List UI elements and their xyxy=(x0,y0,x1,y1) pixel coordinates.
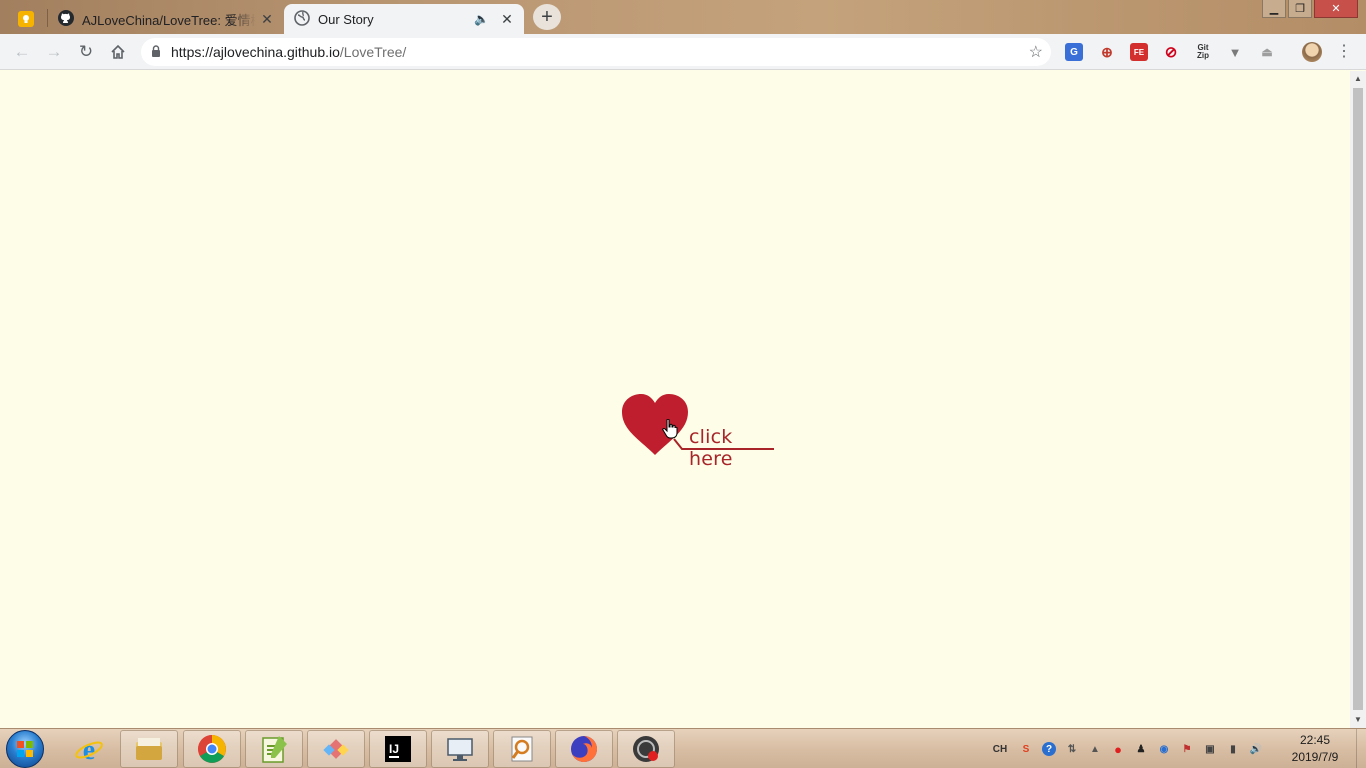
chrome-icon[interactable] xyxy=(183,730,241,768)
usb-icon[interactable]: ▣ xyxy=(1203,742,1217,756)
sogou-icon[interactable]: S xyxy=(1019,742,1033,756)
tab-close-icon[interactable]: ✕ xyxy=(256,11,278,28)
clock-time: 22:45 xyxy=(1299,733,1331,747)
signal-icon[interactable]: ▮ xyxy=(1226,742,1240,756)
ime-indicator[interactable]: CH xyxy=(990,742,1010,756)
svg-text:IJ: IJ xyxy=(389,742,399,756)
page-viewport: click here xyxy=(0,71,1350,728)
screen-recorder-icon[interactable] xyxy=(617,730,675,768)
search-tool-icon[interactable] xyxy=(493,730,551,768)
reload-icon[interactable]: ↻ xyxy=(72,38,100,66)
extension-fe-icon[interactable]: FE xyxy=(1130,43,1148,61)
home-icon[interactable] xyxy=(104,38,132,66)
record-icon[interactable]: ● xyxy=(1111,742,1125,757)
forward-arrow-icon[interactable]: → xyxy=(40,38,68,66)
volume-icon[interactable]: 🔊 xyxy=(1249,742,1263,756)
globe-icon xyxy=(294,9,310,29)
menu-dots-icon[interactable]: ⋮ xyxy=(1336,42,1352,62)
remote-desktop-icon[interactable] xyxy=(431,730,489,768)
tab-title: AJLoveChina/LoveTree: 爱情树 xyxy=(82,12,256,28)
window-controls: ▁ ❐ ✕ xyxy=(1262,0,1358,18)
minimize-icon[interactable]: ▁ xyxy=(1262,0,1286,18)
system-clock[interactable]: 22:45 2019/7/9 xyxy=(1280,732,1350,766)
clock-date: 2019/7/9 xyxy=(1291,750,1339,764)
notepad-plus-plus-icon[interactable] xyxy=(245,730,303,768)
extension-v-icon[interactable]: ▼ xyxy=(1226,43,1244,61)
tab-our-story[interactable]: Our Story 🔈 ✕ xyxy=(284,4,524,34)
lock-icon[interactable] xyxy=(141,44,171,60)
click-here-label: click here xyxy=(689,426,733,470)
system-tray: CH S ? ⇅ ▲ ● ♟ ◉ ⚑ ▣ ▮ 🔊 xyxy=(990,729,1263,768)
internet-explorer-icon[interactable]: e xyxy=(60,730,118,768)
close-icon[interactable]: ✕ xyxy=(1314,0,1358,18)
url-host: https://ajlovechina.github.io xyxy=(171,44,340,60)
show-hidden-icons-icon[interactable]: ▲ xyxy=(1088,742,1102,756)
intellij-idea-icon[interactable]: IJ xyxy=(369,730,427,768)
extension-globe-icon[interactable]: ⊕ xyxy=(1098,43,1116,61)
tab-title: Our Story xyxy=(318,11,374,27)
extension-tree-icon[interactable]: ⏏ xyxy=(1258,43,1276,61)
scroll-up-icon[interactable]: ▲ xyxy=(1350,71,1366,87)
extension-circle-icon[interactable]: ⊘ xyxy=(1162,43,1180,61)
plus-icon[interactable]: + xyxy=(533,4,561,30)
git-extensions-icon[interactable] xyxy=(307,730,365,768)
click-here-link[interactable]: click here xyxy=(620,394,780,470)
hand-cursor-icon xyxy=(662,419,678,439)
url-path: /LoveTree/ xyxy=(339,44,407,60)
scroll-down-icon[interactable]: ▼ xyxy=(1350,712,1366,728)
github-icon xyxy=(58,9,74,29)
flag-icon[interactable]: ⚑ xyxy=(1180,742,1194,756)
network-icon[interactable]: ◉ xyxy=(1157,742,1171,756)
svg-text:e: e xyxy=(83,735,95,764)
restore-icon[interactable]: ❐ xyxy=(1288,0,1312,18)
browser-toolbar: ← → ↻ https://ajlovechina.github.io/Love… xyxy=(0,34,1366,70)
network-share-icon[interactable]: ⇅ xyxy=(1065,742,1079,756)
bookmark-star-icon[interactable]: ☆ xyxy=(1029,42,1043,62)
vertical-scrollbar[interactable]: ▲ ▼ xyxy=(1350,71,1366,728)
address-bar[interactable]: https://ajlovechina.github.io/LoveTree/ … xyxy=(141,38,1051,66)
tab-github[interactable]: AJLoveChina/LoveTree: 爱情树 ✕ xyxy=(48,4,284,34)
start-button[interactable] xyxy=(6,730,44,768)
tab-close-icon[interactable]: ✕ xyxy=(496,11,518,28)
profile-avatar[interactable] xyxy=(1302,42,1322,62)
help-icon[interactable]: ? xyxy=(1042,742,1056,756)
firefox-icon[interactable] xyxy=(555,730,613,768)
file-explorer-icon[interactable] xyxy=(120,730,178,768)
tab-strip: AJLoveChina/LoveTree: 爱情树 ✕ Our Story 🔈 … xyxy=(0,0,1366,34)
gitzip-icon[interactable]: Git Zip xyxy=(1194,43,1212,61)
pinned-tab[interactable] xyxy=(8,4,44,34)
windows-logo-icon xyxy=(17,741,33,757)
google-translate-icon[interactable]: G xyxy=(1065,43,1083,61)
back-arrow-icon[interactable]: ← xyxy=(8,38,36,66)
google-keep-icon xyxy=(18,11,34,27)
windows-taskbar: e IJ CH S ? ⇅ ▲ ● ♟ ◉ ⚑ ▣ ▮ 🔊 22:45 2019… xyxy=(0,728,1366,768)
scroll-thumb[interactable] xyxy=(1353,88,1363,710)
speaker-icon[interactable]: 🔈 xyxy=(474,12,492,26)
show-desktop-button[interactable] xyxy=(1356,729,1366,768)
qq-icon[interactable]: ♟ xyxy=(1134,742,1148,756)
